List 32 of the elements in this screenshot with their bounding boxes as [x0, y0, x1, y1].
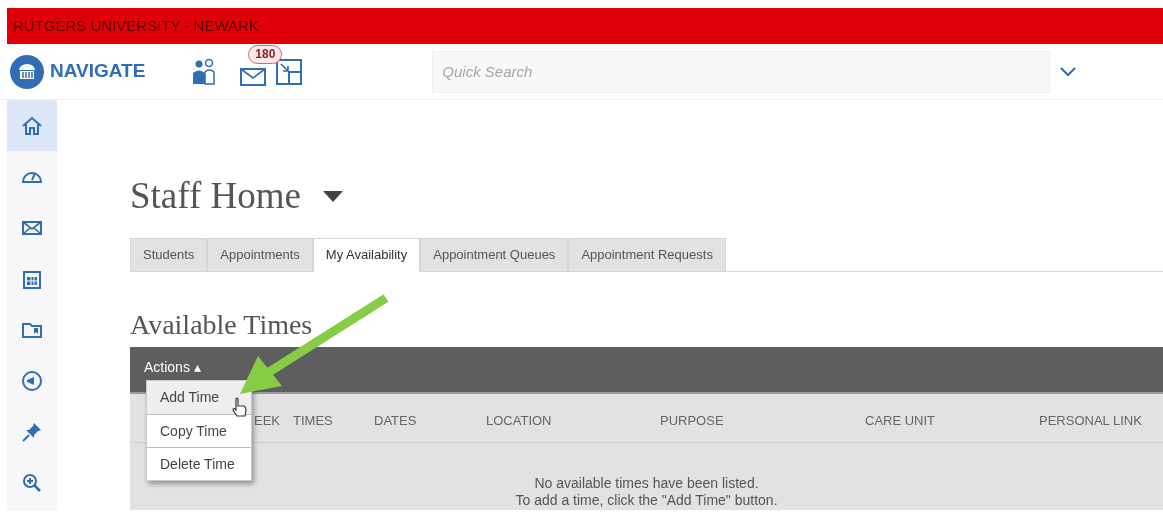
- empty-message: No available times have been listed.: [534, 475, 759, 492]
- chevron-down-icon[interactable]: [1060, 66, 1077, 77]
- menu-item[interactable]: Add Time: [147, 381, 251, 414]
- tab[interactable]: Appointment Queues: [420, 238, 569, 272]
- envelope-icon[interactable]: [240, 67, 267, 86]
- university-name: RUTGERS UNIVERSITY - NEWARK: [13, 15, 259, 36]
- column-header: PURPOSE: [660, 412, 724, 430]
- tab[interactable]: Appointments: [207, 238, 313, 272]
- actions-dropdown[interactable]: Actions ▴: [144, 357, 201, 378]
- menu-item[interactable]: Delete Time: [147, 447, 251, 480]
- column-header: CARE UNIT: [865, 412, 936, 430]
- column-header: LOCATION: [486, 412, 552, 430]
- pointing-hand-icon: [231, 397, 247, 419]
- tab[interactable]: My Availability: [312, 238, 421, 272]
- logo-text[interactable]: NAVIGATE: [50, 57, 146, 86]
- menu-item[interactable]: Copy Time: [147, 414, 251, 447]
- sidebar-item-active[interactable]: [7, 100, 57, 151]
- tab[interactable]: Students: [130, 238, 208, 272]
- section-title: Available Times: [130, 308, 314, 342]
- column-header: TIMES: [293, 412, 333, 430]
- logo-icon: [10, 54, 44, 89]
- column-header: DATES: [374, 412, 417, 430]
- advisor-icon[interactable]: [191, 57, 218, 86]
- resize-window-icon[interactable]: [276, 58, 303, 85]
- message-count-badge: 180: [248, 44, 283, 64]
- quick-search-field[interactable]: Quick Search: [432, 50, 1051, 93]
- tab[interactable]: Appointment Requests: [568, 238, 726, 272]
- empty-message: To add a time, click the "Add Time" button.: [515, 492, 778, 509]
- column-header: EEK: [254, 412, 280, 430]
- caret-down-icon[interactable]: [322, 190, 343, 202]
- page-title: Staff Home: [130, 174, 301, 219]
- column-header: PERSONAL LINK: [1039, 412, 1142, 430]
